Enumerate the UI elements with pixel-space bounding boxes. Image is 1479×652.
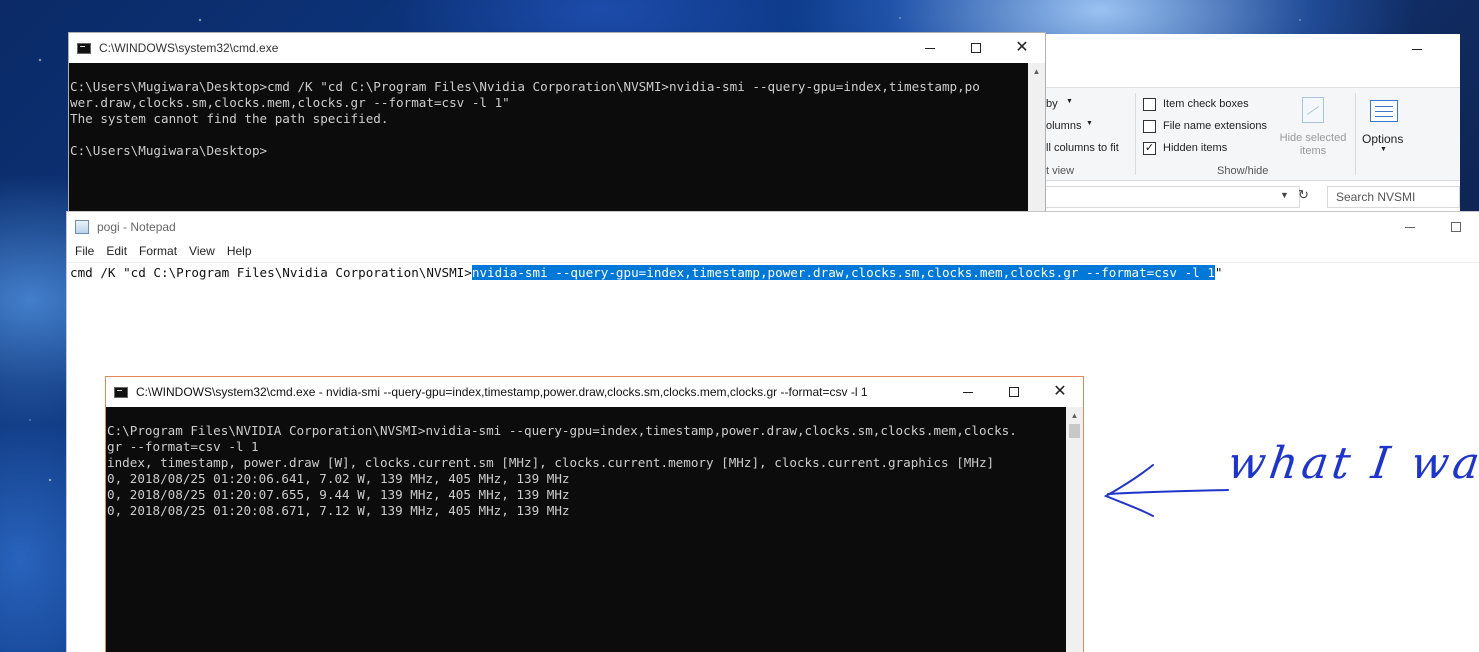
maximize-button[interactable] (991, 377, 1037, 407)
minimize-button[interactable] (1387, 212, 1433, 242)
cmd1-title: C:\WINDOWS\system32\cmd.exe (99, 41, 279, 55)
notepad-icon (75, 219, 89, 234)
notepad-titlebar[interactable]: pogi - Notepad (67, 212, 1479, 241)
notepad-window-controls (1387, 212, 1479, 242)
sort-by-button[interactable]: by (1046, 98, 1058, 110)
search-input[interactable]: Search NVSMI (1327, 186, 1460, 208)
options-button[interactable]: Options (1362, 132, 1403, 146)
text-selection: nvidia-smi --query-gpu=index,timestamp,p… (471, 265, 1215, 280)
console-line: gr --format=csv -l 1 (107, 439, 259, 454)
cmd2-titlebar[interactable]: C:\WINDOWS\system32\cmd.exe - nvidia-smi… (106, 377, 1083, 407)
cmd1-titlebar[interactable]: C:\WINDOWS\system32\cmd.exe ✕ (69, 33, 1045, 63)
menu-help[interactable]: Help (221, 244, 258, 258)
hide-selected-icon (1302, 97, 1324, 123)
cmd-icon (114, 386, 128, 398)
chevron-down-icon: ▼ (1086, 120, 1093, 127)
cmd-window-2: C:\WINDOWS\system32\cmd.exe - nvidia-smi… (105, 376, 1084, 652)
group-label-current-view: t view (1046, 165, 1075, 177)
chevron-down-icon[interactable]: ▼ (1280, 190, 1289, 200)
minimize-button[interactable] (907, 33, 953, 63)
address-bar-row: ▼ ↻ Search NVSMI (1040, 184, 1460, 210)
cmd2-title: C:\WINDOWS\system32\cmd.exe - nvidia-smi… (136, 385, 868, 399)
scroll-up-arrow-icon[interactable]: ▲ (1066, 407, 1083, 424)
console-line: C:\Users\Mugiwara\Desktop>cmd /K "cd C:\… (70, 79, 980, 94)
options-icon (1370, 100, 1398, 122)
notepad-menubar: File Edit Format View Help (67, 241, 1479, 261)
address-bar[interactable] (1040, 186, 1300, 208)
console-line: 0, 2018/08/25 01:20:08.671, 7.12 W, 139 … (107, 503, 570, 518)
cmd1-window-controls: ✕ (907, 33, 1045, 63)
notepad-title: pogi - Notepad (97, 219, 176, 234)
item-check-boxes-label: Item check boxes (1163, 98, 1249, 110)
hidden-items-label: Hidden items (1163, 142, 1228, 154)
text-unselected: " (1214, 265, 1223, 280)
close-icon: ✕ (1053, 383, 1067, 400)
ribbon-view-tab: by ▼ olumns ▼ ll columns to fit t view I… (1040, 87, 1460, 181)
minimize-button[interactable] (1394, 34, 1440, 64)
annotation-text: what I want (1224, 438, 1479, 489)
cmd1-console-output[interactable]: C:\Users\Mugiwara\Desktop>cmd /K "cd C:\… (69, 63, 1028, 215)
chevron-down-icon: ▼ (1066, 98, 1073, 105)
menu-file[interactable]: File (69, 244, 100, 258)
maximize-button[interactable] (1433, 212, 1479, 242)
explorer-window-controls (1394, 34, 1440, 64)
cmd-window-1: C:\WINDOWS\system32\cmd.exe ✕ C:\Users\M… (68, 32, 1046, 216)
cmd-icon (77, 42, 91, 54)
hide-selected-items-button-line2: items (1299, 145, 1327, 157)
item-check-boxes-checkbox[interactable] (1143, 98, 1156, 111)
size-columns-button[interactable]: ll columns to fit (1046, 142, 1119, 154)
menu-edit[interactable]: Edit (100, 244, 133, 258)
ribbon-divider (1355, 93, 1356, 175)
close-button[interactable]: ✕ (1037, 377, 1083, 407)
close-icon: ✕ (1015, 39, 1029, 56)
maximize-button[interactable] (953, 33, 999, 63)
file-explorer-window: by ▼ olumns ▼ ll columns to fit t view I… (1040, 34, 1460, 214)
hidden-items-checkbox[interactable]: ✓ (1143, 142, 1156, 155)
refresh-icon[interactable]: ↻ (1298, 187, 1309, 203)
hide-selected-items-button-line1[interactable]: Hide selected (1278, 132, 1348, 144)
cmd2-window-controls: ✕ (945, 377, 1083, 407)
cmd2-scrollbar[interactable]: ▲ (1066, 407, 1083, 652)
menu-view[interactable]: View (183, 244, 221, 258)
console-line: The system cannot find the path specifie… (70, 111, 389, 126)
console-line: 0, 2018/08/25 01:20:07.655, 9.44 W, 139 … (107, 487, 570, 502)
cmd2-console-output[interactable]: C:\Program Files\NVIDIA Corporation\NVSM… (106, 407, 1066, 652)
file-name-extensions-label: File name extensions (1163, 120, 1267, 132)
ribbon-divider (1135, 93, 1136, 175)
group-label-show-hide: Show/hide (1217, 165, 1269, 177)
chevron-down-icon: ▼ (1380, 146, 1387, 153)
console-line: wer.draw,clocks.sm,clocks.mem,clocks.gr … (70, 95, 510, 110)
minimize-button[interactable] (945, 377, 991, 407)
scroll-thumb[interactable] (1069, 424, 1080, 438)
scroll-up-arrow-icon[interactable]: ▲ (1028, 63, 1045, 80)
text-unselected: cmd /K "cd C:\Program Files\Nvidia Corpo… (70, 265, 472, 280)
console-line: index, timestamp, power.draw [W], clocks… (107, 455, 995, 470)
file-name-extensions-checkbox[interactable] (1143, 120, 1156, 133)
close-button[interactable]: ✕ (999, 33, 1045, 63)
menu-format[interactable]: Format (133, 244, 183, 258)
console-line: C:\Users\Mugiwara\Desktop> (70, 143, 268, 158)
console-line: 0, 2018/08/25 01:20:06.641, 7.02 W, 139 … (107, 471, 570, 486)
console-line: C:\Program Files\NVIDIA Corporation\NVSM… (107, 423, 1017, 438)
cmd1-scrollbar[interactable]: ▲ (1028, 63, 1045, 215)
add-columns-button[interactable]: olumns (1046, 120, 1081, 132)
